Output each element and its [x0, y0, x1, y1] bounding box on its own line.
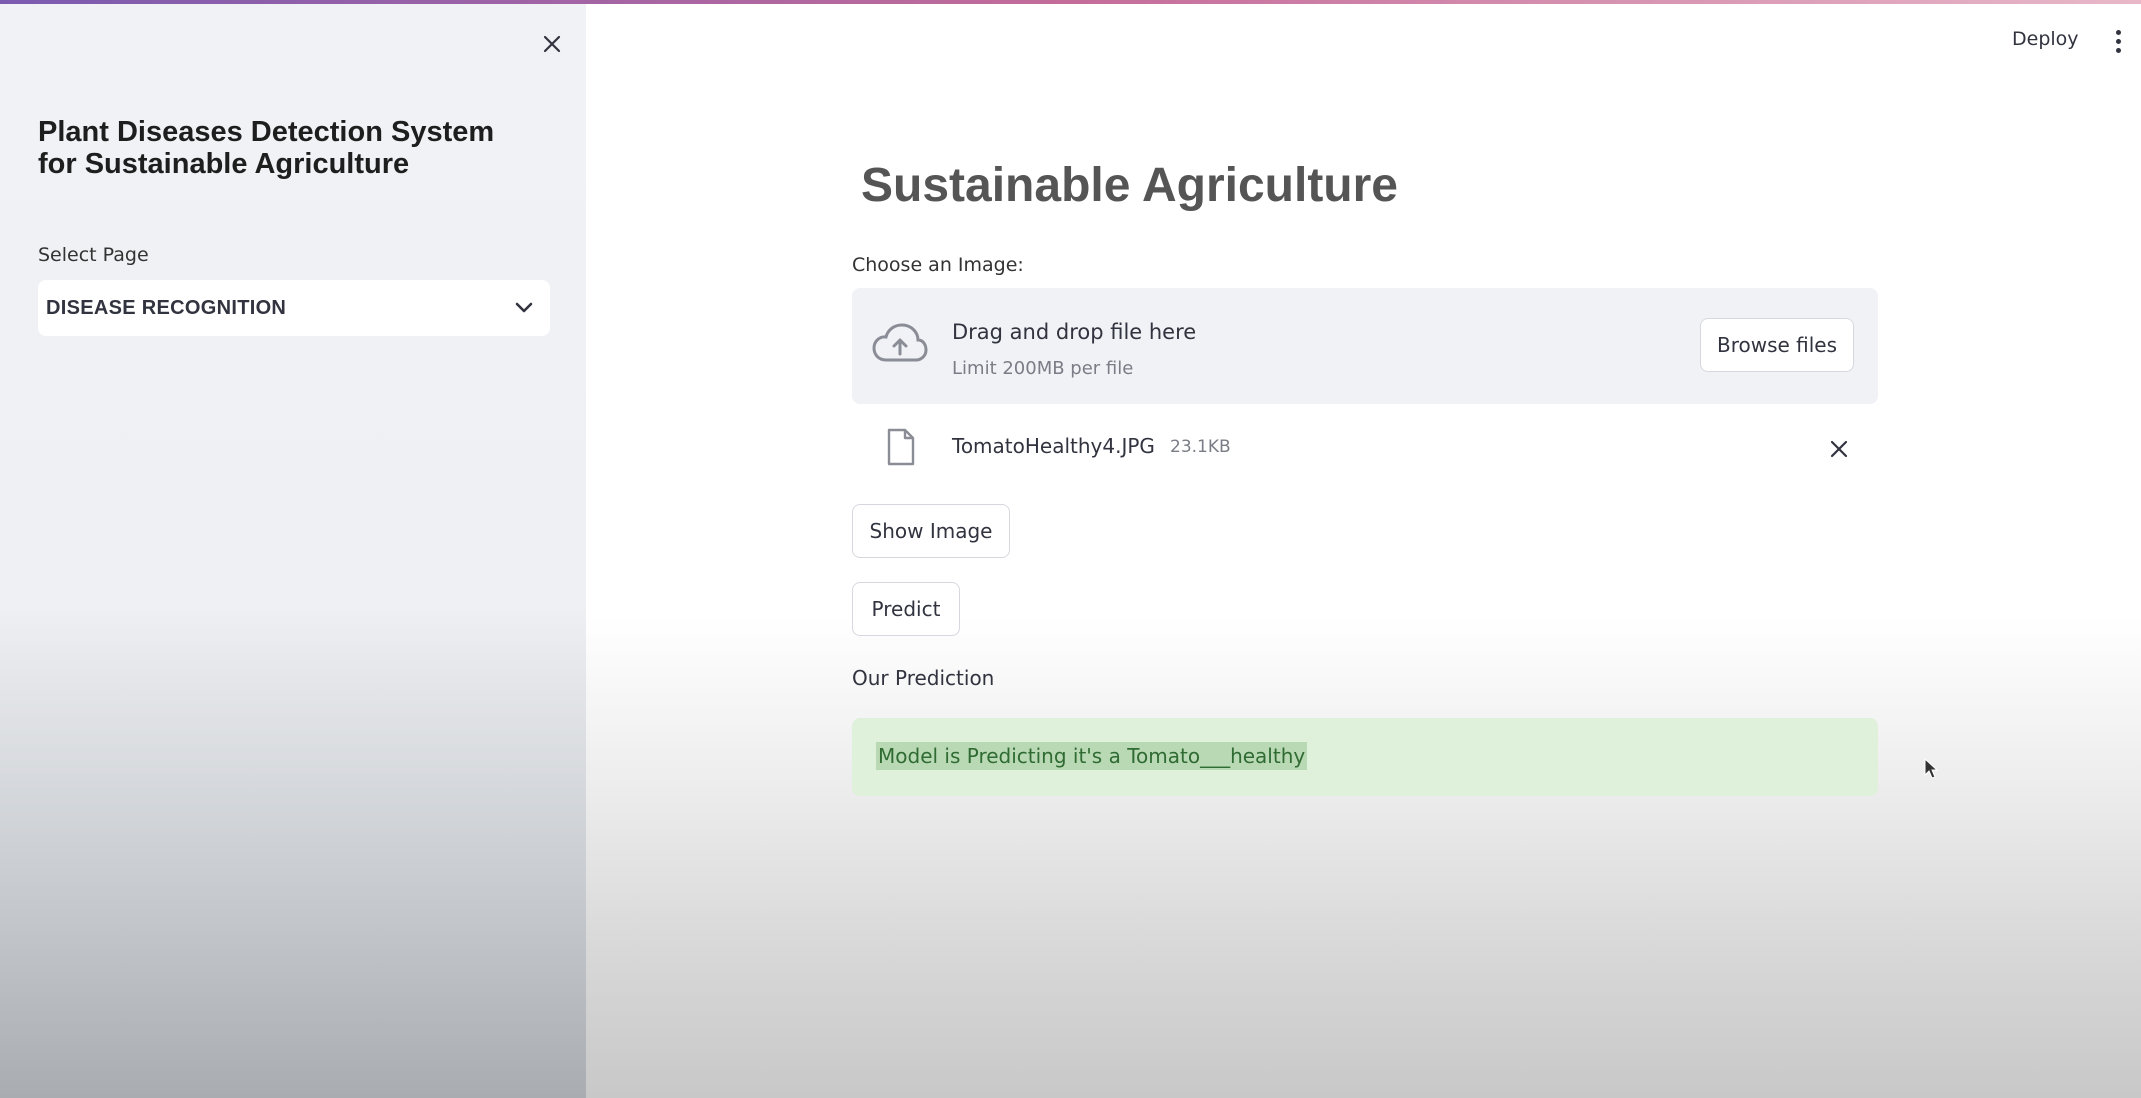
prediction-result: Model is Predicting it's a Tomato___heal… — [852, 718, 1878, 796]
drop-title: Drag and drop file here — [952, 320, 1197, 344]
browse-files-button[interactable]: Browse files — [1700, 318, 1854, 372]
chevron-down-icon — [514, 298, 534, 318]
more-vert-icon[interactable] — [2106, 24, 2130, 58]
uploaded-file: TomatoHealthy4.JPG 23.1KB — [852, 420, 1878, 476]
prediction-text: Model is Predicting it's a Tomato___heal… — [876, 742, 1308, 770]
drop-limit: Limit 200MB per file — [952, 358, 1134, 379]
cursor-icon — [1924, 758, 1938, 779]
page-title: Sustainable Agriculture — [861, 159, 1398, 212]
sidebar: Plant Diseases Detection System for Sust… — [0, 4, 586, 1098]
select-page-label: Select Page — [38, 244, 149, 266]
file-dropzone[interactable]: Drag and drop file here Limit 200MB per … — [852, 288, 1878, 404]
cloud-upload-icon — [872, 323, 928, 362]
sidebar-close-button[interactable] — [536, 28, 568, 60]
file-name: TomatoHealthy4.JPG — [952, 434, 1155, 458]
predict-button[interactable]: Predict — [852, 582, 960, 636]
file-size: 23.1KB — [1170, 437, 1231, 457]
page-select-value: DISEASE RECOGNITION — [46, 296, 287, 319]
show-image-button[interactable]: Show Image — [852, 504, 1010, 558]
close-icon — [543, 35, 561, 53]
remove-file-button[interactable] — [1826, 436, 1852, 462]
close-icon — [1830, 440, 1848, 458]
deploy-button[interactable]: Deploy — [2006, 24, 2085, 54]
prediction-heading: Our Prediction — [852, 666, 995, 690]
uploader-label: Choose an Image: — [852, 254, 1024, 276]
sidebar-title: Plant Diseases Detection System for Sust… — [38, 116, 495, 180]
page-select[interactable]: DISEASE RECOGNITION — [38, 280, 550, 336]
main-content: Deploy Sustainable Agriculture Choose an… — [586, 4, 2141, 1098]
file-icon — [887, 428, 915, 466]
